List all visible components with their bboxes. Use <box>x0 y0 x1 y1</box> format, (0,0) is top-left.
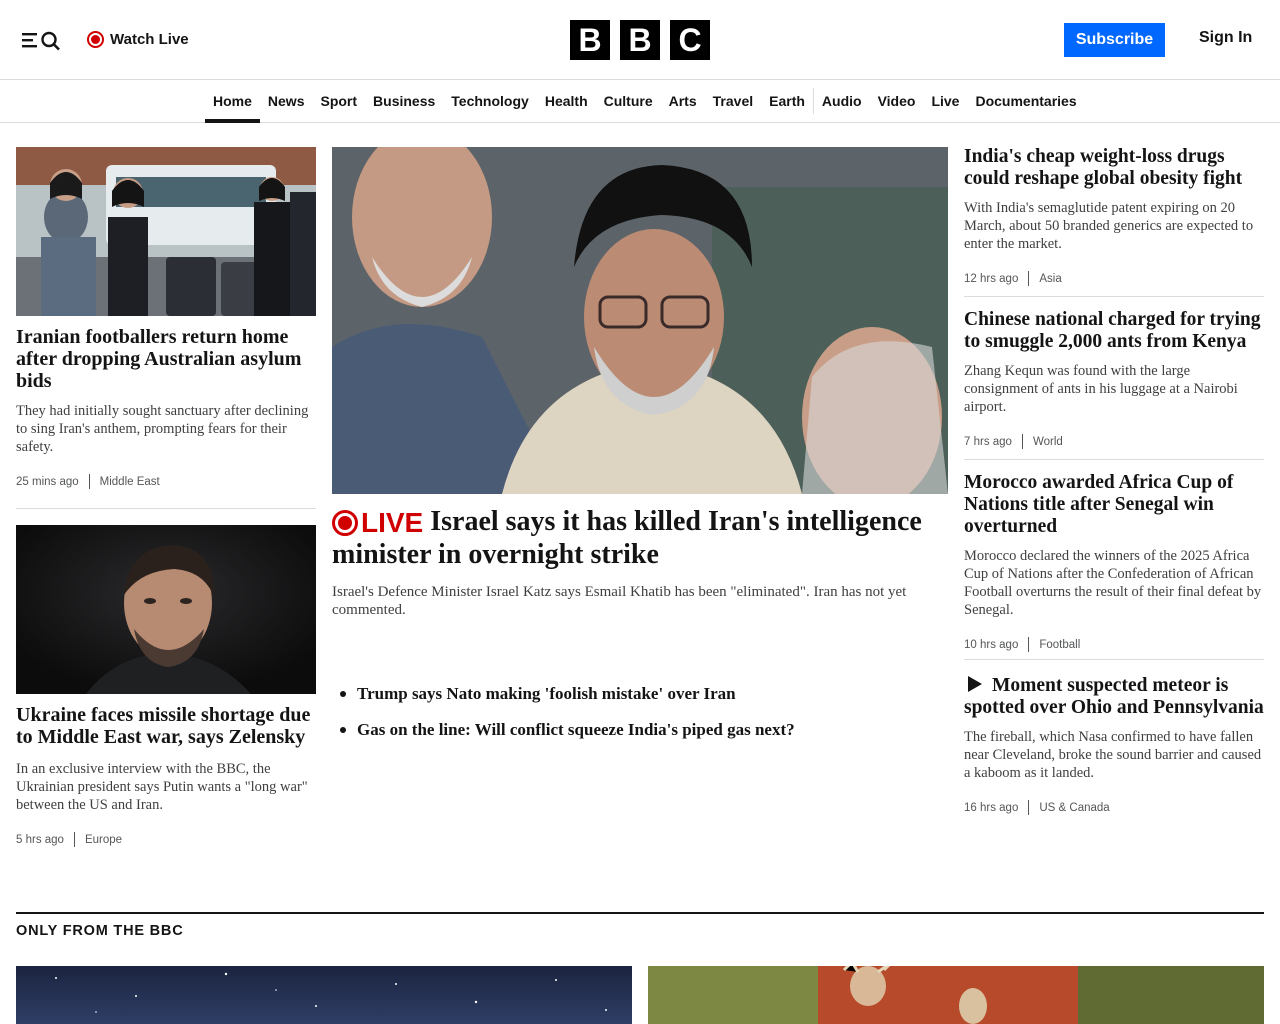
nav-arts[interactable]: Arts <box>661 80 705 122</box>
story-meta: 12 hrs ago Asia <box>964 271 1264 286</box>
zelensky-photo <box>16 525 316 694</box>
night-sky-image[interactable] <box>16 966 632 1024</box>
night-sky-photo <box>16 966 632 1024</box>
story-meta: 10 hrs ago Football <box>964 637 1264 652</box>
story-time: 7 hrs ago <box>964 435 1012 448</box>
meta-separator <box>1021 434 1023 449</box>
story-headline[interactable]: India's cheap weight-loss drugs could re… <box>964 146 1264 190</box>
tapestry-image[interactable] <box>648 966 1264 1024</box>
story-right-2: Chinese national charged for trying to s… <box>964 309 1264 449</box>
lead-summary: Israel's Defence Minister Israel Katz sa… <box>332 584 907 618</box>
zelensky-image[interactable] <box>16 525 316 694</box>
live-badge: LIVE <box>332 507 423 539</box>
nav-news[interactable]: News <box>260 80 313 122</box>
live-label-text: LIVE <box>361 507 424 538</box>
nav-live[interactable]: Live <box>923 80 967 122</box>
site-header: Watch Live B B C Subscribe Sign In <box>0 0 1280 80</box>
related-link-1[interactable]: Trump says Nato making 'foolish mistake'… <box>340 676 795 712</box>
story-time: 10 hrs ago <box>964 638 1019 651</box>
story-tag[interactable]: US & Canada <box>1039 802 1109 814</box>
lead-headline[interactable]: LIVE Israel says it has killed Iran's in… <box>332 506 948 571</box>
story-right-4: Moment suspected meteor is spotted over … <box>964 675 1264 815</box>
meta-separator <box>73 832 75 847</box>
nav-sport[interactable]: Sport <box>312 80 365 122</box>
lead-story: LIVE Israel says it has killed Iran's in… <box>332 506 948 619</box>
story-divider <box>964 659 1264 660</box>
bbc-logo[interactable]: B B C <box>570 20 710 60</box>
story-summary: With India's semaglutide patent expiring… <box>964 200 1254 252</box>
story-divider <box>964 459 1264 460</box>
watch-live-label: Watch Live <box>110 30 189 48</box>
footballers-photo <box>16 147 316 316</box>
story-summary: Zhang Kequn was found with the large con… <box>964 363 1238 415</box>
play-icon <box>968 676 982 692</box>
nav-video[interactable]: Video <box>870 80 924 122</box>
story-meta: 5 hrs ago Europe <box>16 832 316 847</box>
story-summary: They had initially sought sanctuary afte… <box>16 403 309 455</box>
lead-story-photo <box>332 147 948 494</box>
nav-audio[interactable]: Audio <box>814 80 870 122</box>
related-links: Trump says Nato making 'foolish mistake'… <box>340 676 795 748</box>
footballers-image[interactable] <box>16 147 316 316</box>
story-time: 5 hrs ago <box>16 833 64 846</box>
story-headline[interactable]: Morocco awarded Africa Cup of Nations ti… <box>964 472 1264 538</box>
story-meta: 16 hrs ago US & Canada <box>964 800 1264 815</box>
menu-search-icon <box>22 31 60 51</box>
story-right-3: Morocco awarded Africa Cup of Nations ti… <box>964 472 1264 652</box>
story-headline-text: Moment suspected meteor is spotted over … <box>964 675 1264 718</box>
story-divider <box>16 508 316 509</box>
story-time: 25 mins ago <box>16 475 79 488</box>
nav-travel[interactable]: Travel <box>705 80 761 122</box>
meta-separator <box>88 474 90 489</box>
tapestry-photo <box>648 966 1264 1024</box>
nav-health[interactable]: Health <box>537 80 596 122</box>
story-time: 12 hrs ago <box>964 272 1019 285</box>
story-tag[interactable]: World <box>1033 436 1063 448</box>
meta-separator <box>1028 271 1030 286</box>
story-tag[interactable]: Football <box>1039 639 1080 651</box>
story-summary: Morocco declared the winners of the 2025… <box>964 548 1262 618</box>
story-tag[interactable]: Asia <box>1039 273 1061 285</box>
section-rule <box>16 912 1264 914</box>
meta-separator <box>1028 637 1030 652</box>
story-tag[interactable]: Europe <box>85 834 122 846</box>
nav-culture[interactable]: Culture <box>596 80 661 122</box>
story-headline[interactable]: Ukraine faces missile shortage due to Mi… <box>16 704 316 748</box>
nav-technology[interactable]: Technology <box>443 80 537 122</box>
logo-letter-c: C <box>670 20 710 60</box>
nav-documentaries[interactable]: Documentaries <box>967 80 1084 122</box>
story-right-1: India's cheap weight-loss drugs could re… <box>964 146 1264 286</box>
story-headline[interactable]: Chinese national charged for trying to s… <box>964 309 1264 353</box>
story-divider <box>964 296 1264 297</box>
nav-home[interactable]: Home <box>205 80 260 123</box>
story-left-1: Iranian footballers return home after dr… <box>16 326 316 489</box>
menu-search-button[interactable] <box>22 28 62 52</box>
story-tag[interactable]: Middle East <box>100 476 160 488</box>
logo-letter-b2: B <box>620 20 660 60</box>
live-dot-icon <box>87 30 104 48</box>
meta-separator <box>1028 800 1030 815</box>
story-left-2: Ukraine faces missile shortage due to Mi… <box>16 704 316 847</box>
live-ring-icon <box>332 510 358 536</box>
nav-business[interactable]: Business <box>365 80 443 122</box>
logo-letter-b1: B <box>570 20 610 60</box>
watch-live-link[interactable]: Watch Live <box>87 28 189 50</box>
main-nav: Home News Sport Business Technology Heal… <box>0 80 1280 123</box>
nav-earth[interactable]: Earth <box>761 80 813 122</box>
sign-in-link[interactable]: Sign In <box>1199 29 1252 47</box>
story-summary: The fireball, which Nasa confirmed to ha… <box>964 729 1262 781</box>
story-meta: 7 hrs ago World <box>964 434 1264 449</box>
subscribe-button[interactable]: Subscribe <box>1064 23 1165 57</box>
lead-story-image[interactable] <box>332 147 948 494</box>
related-link-2[interactable]: Gas on the line: Will conflict squeeze I… <box>340 712 795 748</box>
story-headline[interactable]: Iranian footballers return home after dr… <box>16 326 316 392</box>
story-summary: In an exclusive interview with the BBC, … <box>16 761 308 813</box>
story-meta: 25 mins ago Middle East <box>16 474 316 489</box>
story-time: 16 hrs ago <box>964 801 1019 814</box>
section-title: ONLY FROM THE BBC <box>16 923 184 939</box>
story-headline[interactable]: Moment suspected meteor is spotted over … <box>964 675 1264 719</box>
